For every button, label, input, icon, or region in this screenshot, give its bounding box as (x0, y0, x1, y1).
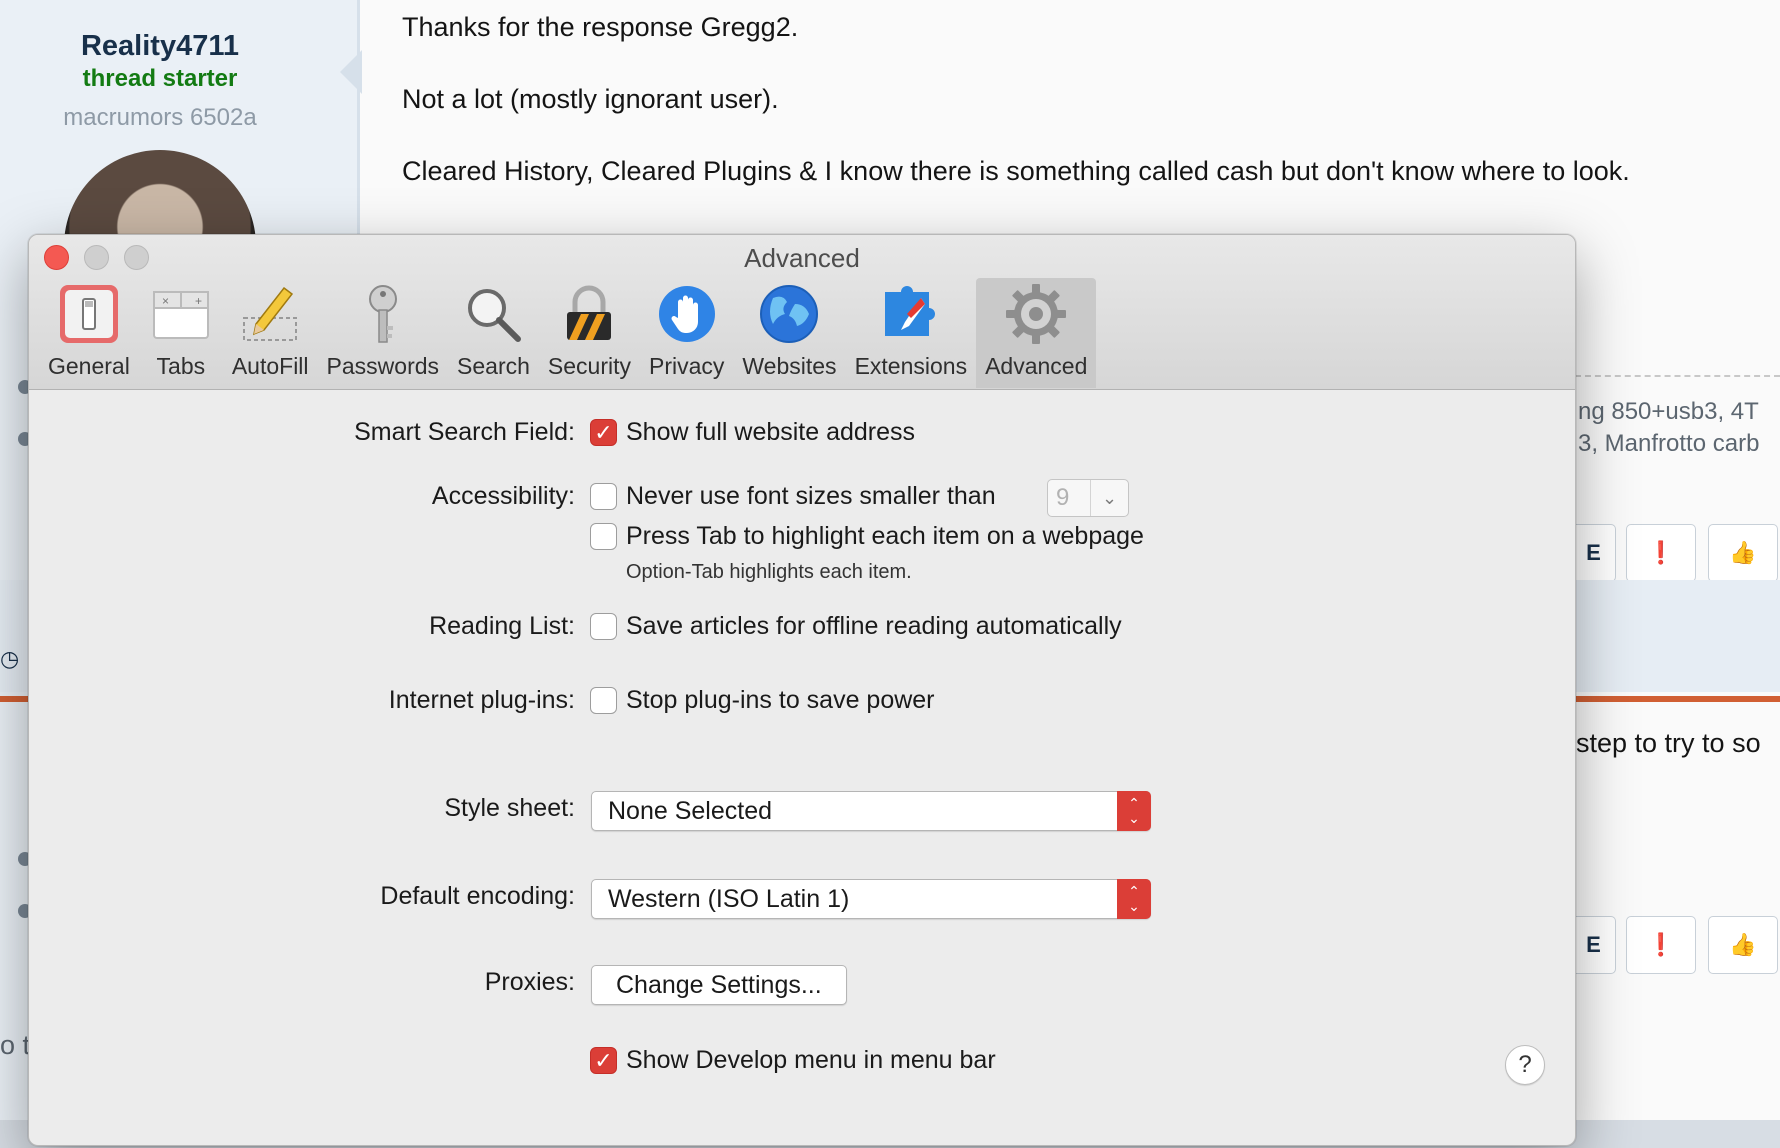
partial-text: o t (0, 1030, 31, 1060)
message-line: Not a lot (mostly ignorant user). (402, 84, 779, 114)
advanced-settings-panel: Smart Search Field: ✓ Show full website … (29, 391, 1575, 1145)
tab-label: Search (457, 353, 530, 379)
padlock-icon (556, 281, 622, 347)
encoding-value: Western (ISO Latin 1) (608, 885, 850, 913)
hand-icon (654, 281, 720, 347)
tab-label: AutoFill (231, 353, 309, 379)
message-pointer (340, 50, 362, 94)
min-font-size-value: 9 (1056, 484, 1070, 511)
tab-highlight-label: Press Tab to highlight each item on a we… (626, 522, 1144, 550)
offline-reading-checkbox[interactable] (590, 613, 617, 640)
change-settings-button[interactable]: Change Settings... (591, 965, 847, 1005)
preferences-toolbar: General × + Tabs AutoFill Passwords Sear… (39, 278, 1097, 390)
show-full-address-checkbox[interactable]: ✓ (590, 419, 617, 446)
stop-plugins-checkbox[interactable] (590, 687, 617, 714)
style-sheet-popup[interactable]: None Selected ⌃ ⌄ (591, 791, 1151, 831)
tab-security[interactable]: Security (539, 278, 640, 388)
plugins-label: Internet plug-ins: (388, 686, 575, 714)
tab-label: Security (547, 353, 631, 379)
thread-starter-badge: thread starter (82, 65, 238, 92)
develop-menu-checkbox[interactable]: ✓ (590, 1047, 617, 1074)
tab-label: Websites (742, 353, 837, 379)
exclamation-icon: ❗ (1647, 932, 1675, 957)
checkmark-icon: ✓ (594, 419, 613, 445)
svg-text:+: + (195, 294, 202, 308)
encoding-label: Default encoding: (380, 882, 575, 910)
autofill-pencil-icon (237, 281, 303, 347)
tabs-icon: × + (148, 281, 214, 347)
like-button[interactable]: 👍 (1708, 916, 1778, 974)
tab-tabs[interactable]: × + Tabs (139, 278, 223, 388)
thumbs-up-icon: 👍 (1729, 540, 1757, 565)
tab-websites[interactable]: Websites (733, 278, 845, 388)
tab-highlight-checkbox[interactable] (590, 523, 617, 550)
general-switch-icon (56, 281, 122, 347)
message-line: Thanks for the response Gregg2. (402, 12, 799, 42)
proxies-label: Proxies: (484, 968, 575, 996)
updown-arrows-icon: ⌃ ⌄ (1117, 791, 1151, 831)
globe-icon (756, 281, 822, 347)
tab-autofill[interactable]: AutoFill (223, 278, 318, 388)
help-button[interactable]: ? (1505, 1045, 1545, 1085)
thumbs-up-icon: 👍 (1729, 932, 1757, 957)
like-button[interactable]: 👍 (1708, 524, 1778, 582)
key-icon (350, 281, 416, 347)
tab-label: Extensions (854, 353, 968, 379)
reading-list-label: Reading List: (429, 612, 575, 640)
signature-divider (1575, 375, 1780, 377)
exclamation-icon: ❗ (1647, 540, 1675, 565)
accessibility-label: Accessibility: (431, 482, 575, 510)
user-rank: macrumors 6502a (63, 104, 257, 131)
compass-puzzle-icon (878, 281, 944, 347)
report-button[interactable]: ❗ (1626, 916, 1696, 974)
tab-extensions[interactable]: Extensions (846, 278, 977, 388)
username-link[interactable]: Reality4711 (0, 30, 320, 63)
quote-button[interactable]: E (1572, 524, 1616, 582)
min-font-size-select[interactable]: 9 ⌄ (1047, 479, 1129, 517)
tab-privacy[interactable]: Privacy (640, 278, 733, 388)
min-font-size-label: Never use font sizes smaller than (626, 482, 996, 510)
reply-snippet: step to try to so (1576, 728, 1761, 758)
tab-advanced[interactable]: Advanced (976, 278, 1097, 388)
magnifier-icon (460, 281, 526, 347)
window-title: Advanced (744, 243, 860, 273)
tab-label: Tabs (156, 353, 206, 379)
smart-search-label: Smart Search Field: (354, 418, 575, 446)
preferences-window: Advanced General × + Tabs AutoFill Passw… (28, 234, 1576, 1146)
min-font-size-checkbox[interactable] (590, 483, 617, 510)
style-sheet-label: Style sheet: (444, 794, 575, 822)
signature-line: ng 850+usb3, 4T (1578, 398, 1759, 425)
tab-search[interactable]: Search (448, 278, 539, 388)
stop-plugins-label: Stop plug-ins to save power (626, 686, 935, 714)
offline-reading-label: Save articles for offline reading automa… (626, 612, 1122, 640)
develop-menu-label: Show Develop menu in menu bar (626, 1046, 996, 1074)
updown-arrows-icon: ⌃ ⌄ (1117, 879, 1151, 919)
tab-label: Advanced (985, 353, 1088, 379)
titlebar: Advanced General × + Tabs AutoFill Passw… (29, 235, 1575, 390)
tab-label: General (48, 353, 130, 379)
tab-label: Passwords (326, 353, 440, 379)
quote-button[interactable]: E (1572, 916, 1616, 974)
svg-text:×: × (162, 294, 169, 308)
tab-label: Privacy (648, 353, 725, 379)
tab-highlight-hint: Option-Tab highlights each item. (626, 561, 912, 583)
checkmark-icon: ✓ (594, 1047, 613, 1073)
signature-line: 3, Manfrotto carb (1578, 430, 1760, 457)
report-button[interactable]: ❗ (1626, 524, 1696, 582)
tab-general[interactable]: General (39, 278, 139, 388)
clock-icon: ◷ (0, 646, 20, 671)
tab-passwords[interactable]: Passwords (318, 278, 448, 388)
accent-rule (1570, 696, 1780, 702)
style-sheet-value: None Selected (608, 797, 773, 825)
accent-rule (0, 696, 30, 702)
gear-icon (1003, 281, 1069, 347)
chevron-down-icon: ⌄ (1090, 480, 1128, 516)
show-full-address-label: Show full website address (626, 418, 916, 446)
encoding-popup[interactable]: Western (ISO Latin 1) ⌃ ⌄ (591, 879, 1151, 919)
message-line: Cleared History, Cleared Plugins & I kno… (402, 156, 1630, 186)
